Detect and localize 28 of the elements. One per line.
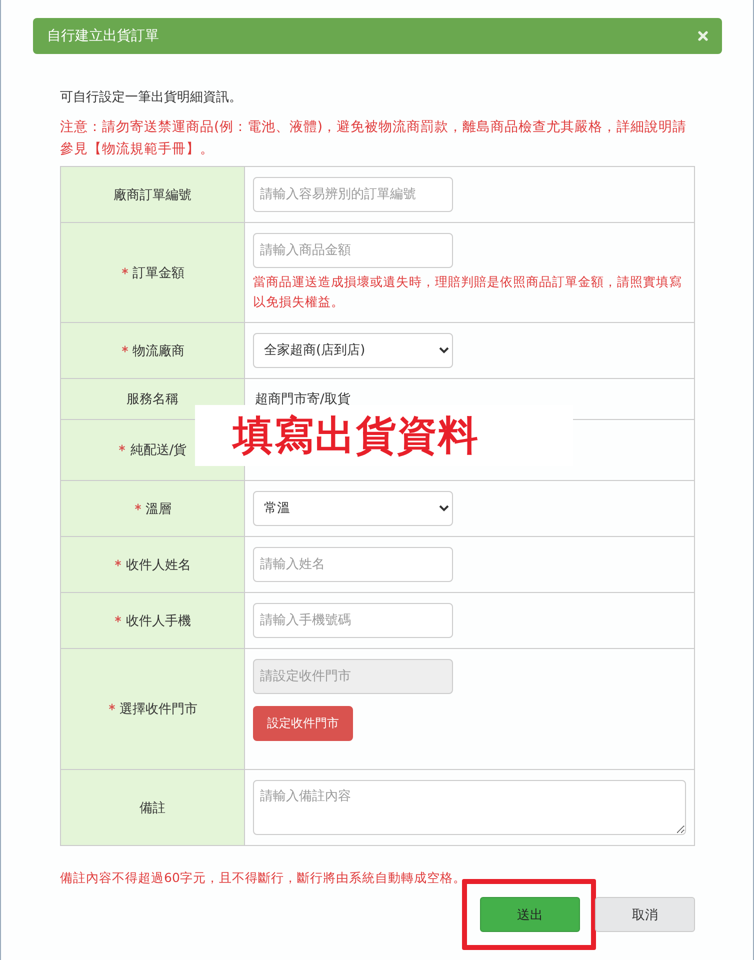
submit-button[interactable]: 送出 bbox=[480, 897, 580, 932]
intro-text: 可自行設定一筆出貨明細資訊。 bbox=[60, 89, 243, 106]
footnote-text: 備註內容不得超過60字元，且不得斷行，斷行將由系統自動轉成空格。 bbox=[60, 870, 467, 887]
caption-text: 填寫出貨資料 bbox=[233, 412, 479, 461]
text-field[interactable]: 請輸入商品金額 bbox=[253, 233, 453, 268]
label-text: 服務名稱 bbox=[126, 391, 178, 408]
cancel-button[interactable]: 取消 bbox=[595, 897, 695, 932]
text-field[interactable]: 請輸入容易辨別的訂單編號 bbox=[253, 177, 453, 212]
dropdown[interactable]: 全家超商(店到店) bbox=[253, 333, 453, 368]
label-text: 訂單金額 bbox=[132, 264, 184, 282]
label-text: 收件人手機 bbox=[126, 612, 191, 630]
set-store-button[interactable]: 設定收件門市 bbox=[253, 706, 353, 741]
notice-text: 注意：請勿寄送禁運商品(例：電池、液體)，避免被物流商罰款，離島商品檢查尤其嚴格，詳細說明請參見【物流規範手冊】。 bbox=[60, 118, 688, 159]
label-text: 物流廠商 bbox=[132, 342, 184, 360]
label-text: 備註 bbox=[140, 800, 166, 816]
label-text: 溫層 bbox=[146, 500, 172, 518]
service-name: 超商門市寄/取貨 bbox=[255, 391, 350, 408]
close-icon[interactable] bbox=[698, 31, 708, 41]
text-field[interactable]: 請輸入手機號碼 bbox=[253, 603, 453, 638]
dropdown[interactable]: 常溫 bbox=[253, 491, 453, 526]
dialog-title: 自行建立出貨訂單 bbox=[47, 27, 159, 45]
text-field[interactable]: 請輸入姓名 bbox=[253, 547, 453, 582]
label-text: 純配送/貨 bbox=[130, 442, 187, 459]
label-text: 選擇收件門市 bbox=[120, 701, 198, 718]
label-text: 廠商訂單編號 bbox=[114, 186, 192, 204]
hint-text: 當商品運送造成損壞或遺失時，理賠判賠是依照商品訂單金額，請照實填寫以免損失權益。 bbox=[253, 273, 683, 311]
label-text: 收件人姓名 bbox=[126, 556, 191, 574]
note-field[interactable]: 請輸入備註內容 bbox=[253, 780, 686, 835]
